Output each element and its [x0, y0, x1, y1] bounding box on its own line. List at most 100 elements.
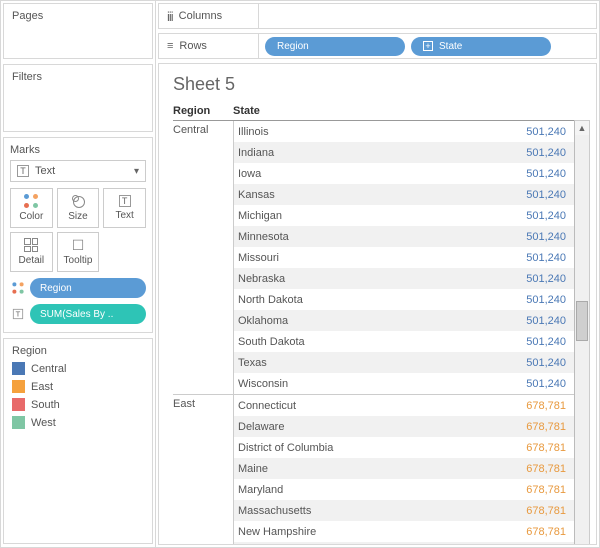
value-cell: 678,781 [514, 421, 574, 433]
marks-text-button[interactable]: T Text [103, 188, 146, 228]
table-row[interactable]: Massachusetts678,781 [234, 500, 574, 521]
table-row[interactable]: Oklahoma501,240 [234, 310, 574, 331]
text-icon: T [17, 165, 29, 177]
marks-pill-sum[interactable]: T SUM(Sales By .. [10, 304, 146, 324]
detail-icon [24, 238, 38, 252]
state-cell: Nebraska [234, 273, 514, 285]
header-state[interactable]: State [233, 105, 514, 117]
state-cell: Michigan [234, 210, 514, 222]
vertical-scrollbar[interactable]: ▲ ▼ [574, 120, 590, 545]
table-row[interactable]: Connecticut678,781 [234, 395, 574, 416]
region-cell[interactable]: Central [173, 121, 233, 394]
marks-detail-button[interactable]: Detail [10, 232, 53, 272]
value-cell: 501,240 [514, 357, 574, 369]
legend-swatch [12, 362, 25, 375]
legend-label: South [31, 399, 60, 411]
color-legend: Region CentralEastSouthWest [3, 338, 153, 544]
size-icon [71, 194, 85, 208]
table-row[interactable]: New Hampshire678,781 [234, 521, 574, 542]
state-cell: Connecticut [234, 400, 514, 412]
columns-label: Columns [179, 10, 222, 22]
marks-tooltip-button[interactable]: ☐ Tooltip [57, 232, 100, 272]
expand-icon[interactable]: + [423, 41, 433, 51]
legend-item[interactable]: West [12, 416, 144, 429]
state-cell: Massachusetts [234, 505, 514, 517]
table-row[interactable]: Iowa501,240 [234, 163, 574, 184]
table-row[interactable]: Indiana501,240 [234, 142, 574, 163]
value-cell: 678,781 [514, 442, 574, 454]
legend-swatch [12, 380, 25, 393]
table-row[interactable]: Minnesota501,240 [234, 226, 574, 247]
table-row[interactable]: South Dakota501,240 [234, 331, 574, 352]
value-cell: 678,781 [514, 526, 574, 538]
rows-pill-region[interactable]: Region [265, 37, 405, 56]
state-cell: New Hampshire [234, 526, 514, 538]
state-cell: Maine [234, 463, 514, 475]
value-cell: 501,240 [514, 147, 574, 159]
rows-icon: ≡ [167, 40, 173, 52]
table-row[interactable]: Delaware678,781 [234, 416, 574, 437]
legend-item[interactable]: East [12, 380, 144, 393]
filters-shelf[interactable]: Filters [3, 64, 153, 132]
state-cell: North Dakota [234, 294, 514, 306]
chevron-down-icon: ▾ [134, 166, 139, 177]
filters-label: Filters [12, 71, 144, 83]
pill-sum-sales[interactable]: SUM(Sales By .. [30, 304, 146, 324]
value-cell: 501,240 [514, 168, 574, 180]
value-cell: 501,240 [514, 336, 574, 348]
value-cell: 501,240 [514, 252, 574, 264]
marks-type-dropdown[interactable]: T Text ▾ [10, 160, 146, 182]
header-region[interactable]: Region [173, 105, 233, 117]
pages-label: Pages [12, 10, 144, 22]
table-row[interactable]: District of Columbia678,781 [234, 437, 574, 458]
color-icon [24, 194, 38, 208]
sheet-title[interactable]: Sheet 5 [173, 74, 590, 95]
region-cell[interactable]: East [173, 395, 233, 545]
value-cell: 678,781 [514, 505, 574, 517]
table-row[interactable]: New Jersey678,781 [234, 542, 574, 545]
table-row[interactable]: Maryland678,781 [234, 479, 574, 500]
value-cell: 501,240 [514, 273, 574, 285]
table-row[interactable]: Missouri501,240 [234, 247, 574, 268]
marks-label: Marks [10, 144, 146, 156]
marks-type-label: Text [35, 165, 55, 177]
rows-shelf[interactable]: ≡ Rows Region + State [158, 33, 597, 59]
columns-icon: iii [167, 9, 173, 24]
table-row[interactable]: Wisconsin501,240 [234, 373, 574, 394]
text-icon: T [119, 195, 131, 207]
columns-shelf[interactable]: iii Columns [158, 3, 597, 29]
legend-label: West [31, 417, 56, 429]
value-cell: 501,240 [514, 315, 574, 327]
left-sidebar: Pages Filters Marks T Text ▾ Color [1, 1, 155, 547]
tableau-worksheet: Pages Filters Marks T Text ▾ Color [0, 0, 600, 548]
tooltip-icon: ☐ [72, 238, 85, 252]
marks-color-button[interactable]: Color [10, 188, 53, 228]
marks-card: Marks T Text ▾ Color Size T [3, 137, 153, 333]
text-icon: T [13, 309, 23, 319]
table-row[interactable]: Texas501,240 [234, 352, 574, 373]
table-row[interactable]: Maine678,781 [234, 458, 574, 479]
table-row[interactable]: Kansas501,240 [234, 184, 574, 205]
state-cell: Missouri [234, 252, 514, 264]
rows-pill-state[interactable]: + State [411, 37, 551, 56]
legend-item[interactable]: South [12, 398, 144, 411]
pill-region[interactable]: Region [30, 278, 146, 298]
scroll-up-arrow[interactable]: ▲ [575, 121, 589, 135]
state-cell: Maryland [234, 484, 514, 496]
table-row[interactable]: Michigan501,240 [234, 205, 574, 226]
value-cell: 678,781 [514, 484, 574, 496]
value-cell: 678,781 [514, 400, 574, 412]
table-body: CentralIllinois501,240Indiana501,240Iowa… [173, 120, 574, 545]
table-row[interactable]: Nebraska501,240 [234, 268, 574, 289]
table-row[interactable]: Illinois501,240 [234, 121, 574, 142]
marks-pill-region[interactable]: Region [10, 278, 146, 298]
marks-grid: Color Size T Text [10, 188, 146, 228]
pages-shelf[interactable]: Pages [3, 3, 153, 59]
table-row[interactable]: North Dakota501,240 [234, 289, 574, 310]
marks-size-button[interactable]: Size [57, 188, 100, 228]
legend-item[interactable]: Central [12, 362, 144, 375]
scroll-thumb[interactable] [576, 301, 588, 341]
state-cell: Indiana [234, 147, 514, 159]
state-cell: Wisconsin [234, 378, 514, 390]
rows-label: Rows [179, 40, 207, 52]
